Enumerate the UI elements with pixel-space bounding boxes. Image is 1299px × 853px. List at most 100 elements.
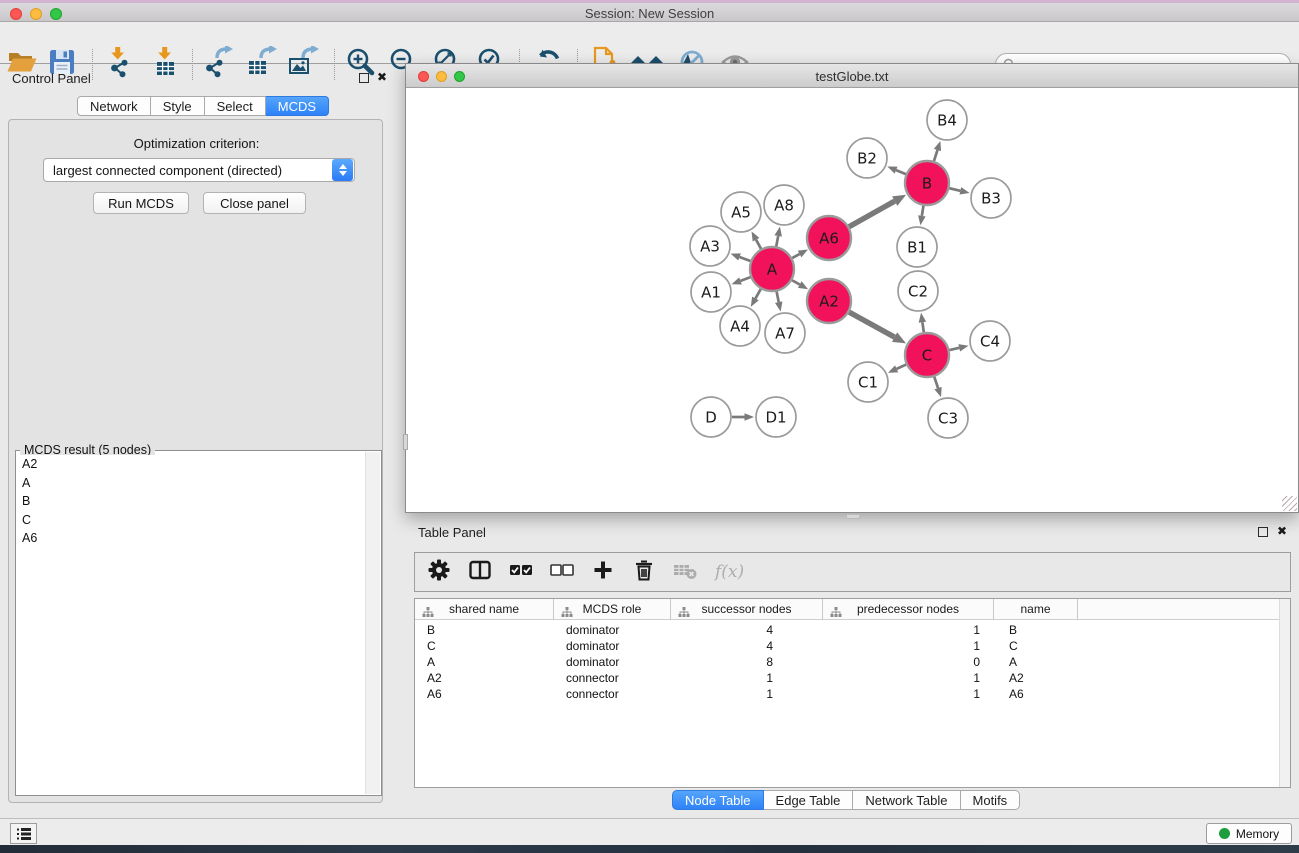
graph-node-C3[interactable]: C3 <box>928 398 968 438</box>
graph-edge-A-A3[interactable] <box>731 253 751 261</box>
criterion-select[interactable]: largest connected component (directed) <box>43 158 355 182</box>
graph-node-A2[interactable]: A2 <box>807 279 851 323</box>
import-network-button[interactable] <box>103 47 137 81</box>
graph-node-B3[interactable]: B3 <box>971 178 1011 218</box>
export-network-button[interactable] <box>201 47 235 81</box>
graph-node-A7[interactable]: A7 <box>765 313 805 353</box>
mcds-result-scrollbar[interactable] <box>365 452 380 794</box>
export-image-button[interactable] <box>287 47 321 81</box>
svg-text:B: B <box>922 175 932 193</box>
mcds-result-item[interactable]: C <box>17 511 365 530</box>
svg-text:C: C <box>922 347 932 365</box>
vertical-splitter-handle[interactable] <box>403 434 408 450</box>
network-view-window: testGlobe.txt B4 B2 B B3 A5A8A6 A3 A B1 A1 C2 A2 A4… <box>405 63 1299 513</box>
column-header-name[interactable]: name <box>994 599 1078 620</box>
graph-node-D1[interactable]: D1 <box>756 397 796 437</box>
export-table-button[interactable] <box>245 47 279 81</box>
create-column-button[interactable] <box>590 559 616 585</box>
column-header-shared-name[interactable]: shared name <box>415 599 554 620</box>
graph-edge-A6-B[interactable] <box>849 195 906 227</box>
graph-edge-A-A6[interactable] <box>792 249 808 258</box>
graph-node-C[interactable]: C <box>905 333 949 377</box>
svg-text:A2: A2 <box>819 293 839 311</box>
graph-edge-C-C1[interactable] <box>888 365 906 373</box>
task-history-button[interactable] <box>10 823 37 844</box>
unselect-all-columns-button[interactable] <box>549 559 575 585</box>
import-table-button[interactable] <box>149 47 183 81</box>
graph-node-A1[interactable]: A1 <box>691 272 731 312</box>
memory-status-icon <box>1219 828 1230 839</box>
table-row-B[interactable]: Bdominator41B <box>415 622 1290 638</box>
graph-node-A3[interactable]: A3 <box>690 226 730 266</box>
graph-edge-A-A7[interactable] <box>775 292 782 312</box>
run-mcds-button[interactable]: Run MCDS <box>93 192 189 214</box>
table-scrollbar[interactable] <box>1279 599 1290 787</box>
control-panel-close-icon[interactable]: ✖ <box>377 72 387 82</box>
mcds-result-item[interactable]: A2 <box>17 455 365 474</box>
column-header-MCDS-role[interactable]: MCDS role <box>554 599 671 620</box>
tab-edge-table[interactable]: Edge Table <box>764 790 854 810</box>
select-all-columns-button[interactable] <box>508 559 534 585</box>
graph-edge-C-C2[interactable] <box>919 313 927 332</box>
graph-node-C1[interactable]: C1 <box>848 362 888 402</box>
tab-network[interactable]: Network <box>77 96 151 116</box>
graph-edge-A-A2[interactable] <box>792 280 808 289</box>
graph-node-A4[interactable]: A4 <box>720 306 760 346</box>
mcds-result-item[interactable]: A6 <box>17 529 365 548</box>
network-window-titlebar[interactable]: testGlobe.txt <box>406 64 1298 88</box>
graph-node-A5[interactable]: A5 <box>721 192 761 232</box>
graph-edge-B-B2[interactable] <box>887 166 905 174</box>
table-row-A6[interactable]: A6connector11A6 <box>415 686 1290 702</box>
graph-node-D[interactable]: D <box>691 397 731 437</box>
network-canvas[interactable]: B4 B2 B B3 A5A8A6 A3 A B1 A1 C2 A2 A4A7 C4 C C1 C3 D D1 <box>406 88 1298 512</box>
graph-edge-D-D1[interactable] <box>732 413 754 421</box>
tab-mcds[interactable]: MCDS <box>266 96 329 116</box>
graph-edge-A2-C[interactable] <box>849 312 906 343</box>
control-panel-float-icon[interactable] <box>359 73 369 83</box>
table-row-A[interactable]: Adominator80A <box>415 654 1290 670</box>
main-titlebar[interactable]: Session: New Session <box>0 3 1299 22</box>
tab-select[interactable]: Select <box>205 96 266 116</box>
graph-node-B[interactable]: B <box>905 161 949 205</box>
tab-style[interactable]: Style <box>151 96 205 116</box>
resize-grip-icon[interactable] <box>1282 496 1297 511</box>
graph-node-B1[interactable]: B1 <box>897 227 937 267</box>
close-panel-button[interactable]: Close panel <box>203 192 306 214</box>
graph-edge-A-A1[interactable] <box>732 277 751 284</box>
graph-edge-A-A8[interactable] <box>774 227 781 247</box>
tab-node-table[interactable]: Node Table <box>672 790 764 810</box>
graph-node-A8[interactable]: A8 <box>764 185 804 225</box>
mcds-result-item[interactable]: A <box>17 474 365 493</box>
graph-edge-A-A5[interactable] <box>752 231 762 248</box>
toolbar-separator <box>192 49 193 80</box>
column-header-predecessor-nodes[interactable]: predecessor nodes <box>823 599 994 620</box>
table-mode-gear-button[interactable] <box>426 559 452 585</box>
select-stepper-icon <box>332 159 353 181</box>
graph-node-C4[interactable]: C4 <box>970 321 1010 361</box>
graph-edge-C-C4[interactable] <box>949 344 968 351</box>
horizontal-splitter-handle[interactable] <box>846 514 860 519</box>
graph-edge-B-B1[interactable] <box>918 206 926 226</box>
table-row-C[interactable]: Cdominator41C <box>415 638 1290 654</box>
graph-node-C2[interactable]: C2 <box>898 271 938 311</box>
mcds-result-item[interactable]: B <box>17 492 365 511</box>
graph-edge-B-B4[interactable] <box>934 141 941 161</box>
graph-node-A6[interactable]: A6 <box>807 216 851 260</box>
graph-edge-B-B3[interactable] <box>949 187 969 194</box>
tab-motifs[interactable]: Motifs <box>961 790 1021 810</box>
table-panel-float-icon[interactable] <box>1258 527 1268 537</box>
graph-edge-A-A4[interactable] <box>751 289 761 307</box>
cell-predecessor-nodes: 0 <box>823 654 994 670</box>
graph-node-B4[interactable]: B4 <box>927 100 967 140</box>
graph-edge-C-C3[interactable] <box>934 377 941 397</box>
tab-network-table[interactable]: Network Table <box>853 790 960 810</box>
memory-button[interactable]: Memory <box>1206 823 1292 844</box>
column-header-successor-nodes[interactable]: successor nodes <box>671 599 823 620</box>
delete-column-button[interactable] <box>631 559 657 585</box>
graph-node-B2[interactable]: B2 <box>847 138 887 178</box>
table-row-A2[interactable]: A2connector11A2 <box>415 670 1290 686</box>
graph-node-A[interactable]: A <box>750 247 794 291</box>
table-panel-close-icon[interactable]: ✖ <box>1277 526 1287 536</box>
show-columns-button[interactable] <box>467 559 493 585</box>
table-toolbar: f(x) <box>414 552 1291 592</box>
